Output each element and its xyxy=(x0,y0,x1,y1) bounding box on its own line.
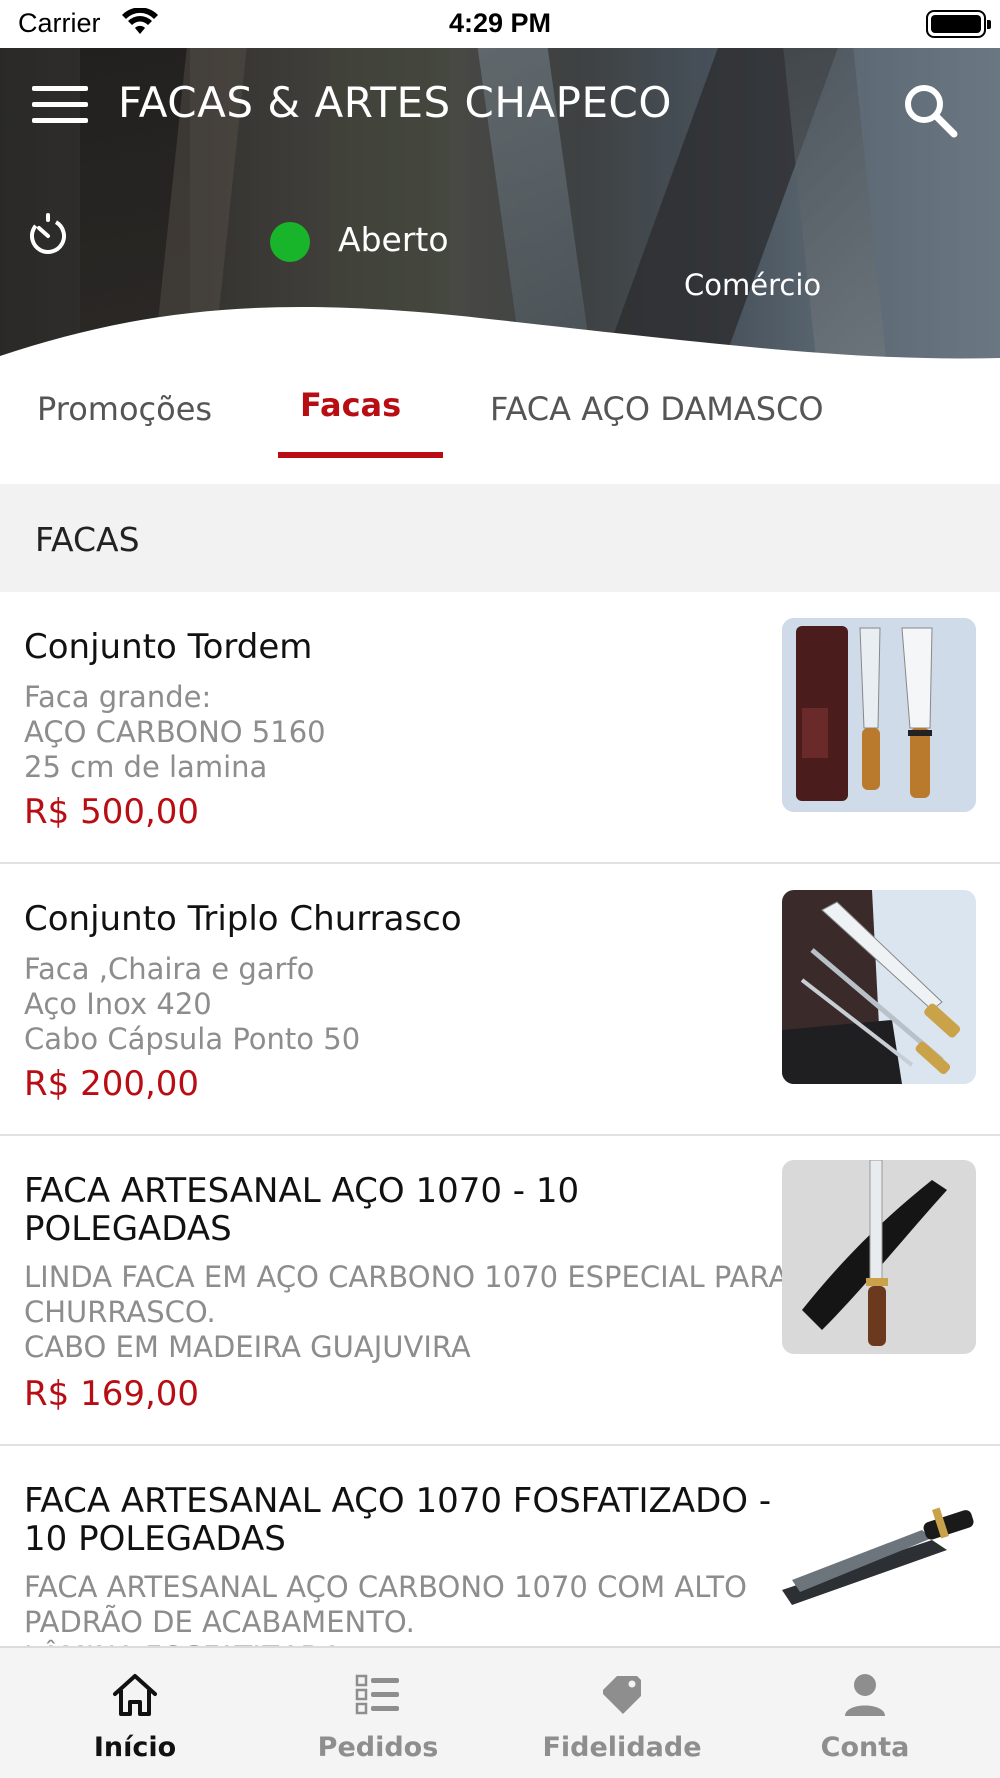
product-image xyxy=(782,890,976,1084)
store-category: Comércio xyxy=(684,268,822,302)
product-image xyxy=(782,1470,976,1664)
orders-list-icon xyxy=(355,1674,399,1715)
product-item[interactable]: Conjunto Tordem Faca grande: AÇO CARBONO… xyxy=(0,592,1000,864)
timer-icon xyxy=(30,213,66,254)
product-description: Faca ,Chaira e garfo Aço Inox 420 Cabo C… xyxy=(24,952,361,1056)
bottom-tab-bar: Início Pedidos Fidelidade Conta xyxy=(0,1646,1000,1778)
tabbar-label: Fidelidade xyxy=(542,1732,702,1763)
active-tab-indicator xyxy=(278,452,443,458)
tabbar-label: Início xyxy=(93,1732,177,1763)
status-bar: Carrier 4:29 PM xyxy=(0,0,1000,48)
open-status-label: Aberto xyxy=(338,220,449,259)
section-title: FACAS xyxy=(35,520,140,559)
product-name: Conjunto Triplo Churrasco xyxy=(24,899,462,939)
header-wave xyxy=(0,306,1000,366)
product-description: Faca grande: AÇO CARBONO 5160 25 cm de l… xyxy=(24,680,326,784)
account-icon xyxy=(845,1674,885,1716)
menu-icon[interactable] xyxy=(32,86,88,126)
product-name: Conjunto Tordem xyxy=(24,627,313,667)
home-icon xyxy=(113,1674,157,1716)
product-price: R$ 500,00 xyxy=(24,792,200,832)
product-price: R$ 200,00 xyxy=(24,1064,200,1104)
product-item[interactable]: FACA ARTESANAL AÇO 1070 - 10 POLEGADAS L… xyxy=(0,1136,1000,1446)
section-header: FACAS xyxy=(0,484,1000,592)
store-title: FACAS & ARTES CHAPECO xyxy=(118,78,672,127)
status-time: 4:29 PM xyxy=(448,8,552,38)
product-name: FACA ARTESANAL AÇO 1070 - 10 POLEGADAS xyxy=(24,1171,580,1249)
product-item[interactable]: Conjunto Triplo Churrasco Faca ,Chaira e… xyxy=(0,864,1000,1136)
tabbar-item-fidelidade[interactable]: Fidelidade xyxy=(497,1648,747,1778)
search-icon[interactable] xyxy=(902,82,958,138)
tabbar-item-conta[interactable]: Conta xyxy=(740,1648,990,1778)
tabbar-item-pedidos[interactable]: Pedidos xyxy=(253,1648,503,1778)
tab-promocoes[interactable]: Promoções xyxy=(37,390,212,428)
loyalty-tag-icon xyxy=(603,1676,641,1714)
battery-icon xyxy=(926,10,991,38)
product-description: LINDA FACA EM AÇO CARBONO 1070 ESPECIAL … xyxy=(24,1260,789,1364)
tabbar-item-inicio[interactable]: Início xyxy=(10,1648,260,1778)
product-image xyxy=(782,618,976,812)
tabbar-label: Pedidos xyxy=(317,1732,439,1763)
tab-facas[interactable]: Facas xyxy=(300,386,401,424)
product-name: FACA ARTESANAL AÇO 1070 FOSFATIZADO - 10… xyxy=(24,1481,772,1559)
tabbar-label: Conta xyxy=(820,1732,910,1763)
tab-faca-aco-damasco[interactable]: FACA AÇO DAMASCO xyxy=(490,390,824,428)
product-price: R$ 169,00 xyxy=(24,1374,200,1414)
open-status-dot xyxy=(270,222,310,262)
product-image xyxy=(782,1160,976,1354)
